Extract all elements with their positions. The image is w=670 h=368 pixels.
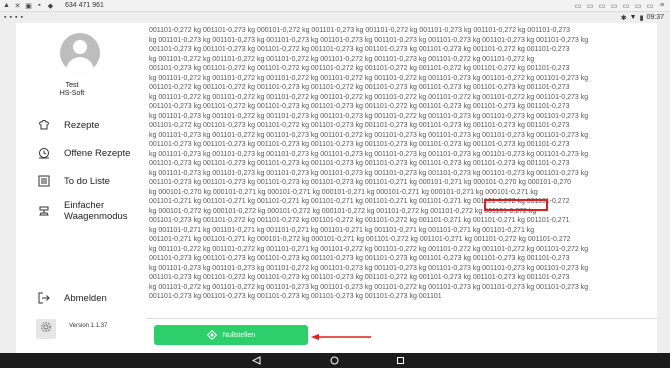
chat-icon[interactable]: ▣ (24, 1, 33, 10)
avatar[interactable] (60, 33, 100, 73)
checklist-icon (38, 175, 50, 187)
log-line: kg 001101-0,272 kg 001101-0,272 kg 00110… (149, 74, 589, 82)
notification-icon: ▪ (4, 14, 7, 21)
log-line: kg 001101-0,273 kg 001101-0,273 kg 00110… (149, 169, 589, 177)
log-line: kg 001101-0,272 kg 001101-0,272 kg 00110… (149, 245, 589, 253)
user-name: Test (65, 82, 79, 89)
menu-icon[interactable]: ≡ (657, 1, 667, 10)
keyboard-icon[interactable]: ▭ (609, 1, 619, 10)
logout-label: Abmelden (64, 292, 107, 304)
sidebar-item-label: To do Liste (64, 175, 110, 187)
log-line: 001101-0,273 kg 001101-0,273 kg 001101-0… (149, 179, 572, 186)
sidebar-item-label: Offene Rezepte (64, 147, 131, 159)
warning-icon[interactable]: ▲ (2, 1, 11, 10)
sidebar-item-waagenmodus[interactable]: Einfacher Waagenmodus (38, 200, 128, 222)
log-line: 001101-0,272 kg 001101-0,272 kg 001101-0… (149, 84, 570, 91)
log-line: 001101-0,273 kg 001101-0,273 kg 001101-0… (149, 293, 442, 300)
screen-icon[interactable]: ▭ (597, 1, 607, 10)
window-icon[interactable]: ▭ (585, 1, 595, 10)
sidebar-item-offene-rezepte[interactable]: Offene Rezepte (38, 147, 130, 159)
settings-button[interactable] (36, 319, 56, 339)
logout-button[interactable]: Abmelden (38, 292, 107, 304)
log-line: 001101-0,273 kg 001101-0,272 kg 001101-0… (149, 274, 570, 281)
log-line: 001101-0,273 kg 001101-0,273 kg 001101-0… (149, 255, 570, 262)
sidebar-item-rezepte[interactable]: Rezepte (38, 119, 99, 131)
android-navigation-bar (0, 353, 670, 368)
notification-icon: ▪ (9, 14, 12, 21)
version-label: Version 1.1.37 (69, 323, 108, 329)
log-line: kg 001101-0,272 kg 001101-0,272 kg 00110… (149, 93, 589, 101)
sidebar-item-label: Einfacher (64, 200, 105, 211)
left-gutter (0, 23, 16, 353)
status-clock: 09:37 (646, 14, 664, 21)
user-company: HS-Soft (59, 90, 85, 97)
logout-icon (38, 292, 50, 304)
fullscreen-icon[interactable]: ▭ (645, 1, 655, 10)
home-icon[interactable] (330, 356, 339, 365)
log-line: 001101-0,271 kg 001101-0,271 kg 001101-0… (149, 198, 570, 205)
zero-scale-icon (206, 330, 217, 340)
bluetooth-icon: ✱ (620, 14, 627, 22)
battery-icon: ▮ (639, 14, 644, 22)
log-line: 001101-0,271 kg 001101-0,271 kg 000101-0… (149, 236, 571, 243)
log-line: 001101-0,273 kg 001101-0,273 kg 001101-0… (149, 160, 570, 167)
sidebar-item-label-wrap: Einfacher Waagenmodus (64, 200, 128, 222)
annotation-arrow (311, 334, 371, 340)
avatar-body-shape (66, 57, 94, 73)
log-line: 001101-0,272 kg 001101-0,273 kg 000101-0… (149, 27, 570, 34)
lock-icon[interactable]: ▪ (35, 1, 44, 10)
files-icon[interactable]: ▭ (633, 1, 643, 10)
log-line: kg 001101-0,273 kg 001101-0,273 kg 00110… (149, 36, 589, 44)
android-status-bar: ▪ ▪ ▪ ▪ ✱ ▼ ▮ 09:37 (0, 12, 670, 23)
avatar-head-shape (73, 40, 87, 54)
gear-icon (40, 320, 52, 338)
log-line: kg 001101-0,272 kg 001101-0,272 kg 00110… (149, 55, 535, 63)
connection-id: 634 471 961 (65, 2, 104, 9)
log-line: kg 000101-0,270 kg 000101-0,271 kg 00010… (149, 188, 538, 196)
log-line: kg 001101-0,273 kg 001101-0,273 kg 00110… (149, 264, 589, 272)
sidebar: Test HS-Soft Rezepte Offene Rezepte To d… (16, 23, 147, 353)
notification-icon: ▪ (20, 14, 23, 21)
log-line: 001101-0,272 kg 001101-0,273 kg 001101-0… (149, 122, 570, 129)
log-line: kg 001101-0,273 kg 001101-0,272 kg 00110… (149, 131, 589, 139)
recents-icon[interactable] (396, 356, 405, 365)
scale-icon (38, 205, 50, 217)
nullstellen-button[interactable]: Nullstellen (154, 325, 308, 345)
sidebar-item-todo-liste[interactable]: To do Liste (38, 175, 110, 187)
main-panel: 001101-0,272 kg 001101-0,273 kg 000101-0… (146, 23, 657, 353)
back-icon[interactable] (252, 356, 261, 365)
highlight-annotation-box (484, 199, 548, 211)
clock-list-icon (38, 147, 50, 159)
log-line: kg 001101-0,271 kg 001101-0,271 kg 00110… (149, 226, 535, 234)
log-line: 001101-0,273 kg 001101-0,273 kg 001101-0… (149, 141, 570, 148)
log-line: 001101-0,273 kg 001101-0,273 kg 001101-0… (149, 46, 570, 53)
nullstellen-label: Nullstellen (222, 331, 256, 339)
right-gutter (657, 23, 670, 353)
wifi-signal-icon: ▼ (629, 14, 637, 21)
log-line: 001101-0,273 kg 001101-0,272 kg 001101-0… (149, 65, 570, 72)
notification-icon: ▪ (14, 14, 18, 21)
close-icon[interactable]: ✕ (13, 1, 22, 10)
chef-hat-icon (38, 119, 50, 131)
log-line: kg 001101-0,272 kg 001101-0,272 kg 00110… (149, 283, 589, 291)
log-line: 001101-0,273 kg 001101-0,272 kg 001101-0… (149, 103, 570, 110)
remote-viewer-toolbar: ▲ ✕ ▣ ▪ ◆ 634 471 961 ▭ ▭ ▭ ▭ ▭ ▭ ▭ ≡ (0, 0, 670, 12)
divider (146, 318, 657, 319)
log-line: 001101-0,273 kg 001101-0,272 kg 001101-0… (149, 217, 570, 224)
monitor-icon[interactable]: ▭ (573, 1, 583, 10)
sidebar-item-label: Rezepte (64, 119, 100, 131)
log-line: kg 001101-0,273 kg 001101-0,273 kg 00110… (149, 150, 589, 158)
scale-readings-log: 001101-0,272 kg 001101-0,273 kg 000101-0… (149, 26, 652, 312)
wifi-icon: ◆ (47, 2, 54, 10)
display-icon[interactable]: ▭ (621, 1, 631, 10)
sidebar-item-label-line2: Waagenmodus (64, 211, 128, 222)
log-line: kg 000101-0,272 kg 000101-0,272 kg 00010… (149, 207, 537, 215)
log-line: kg 001101-0,273 kg 001101-0,272 kg 00110… (149, 112, 589, 120)
